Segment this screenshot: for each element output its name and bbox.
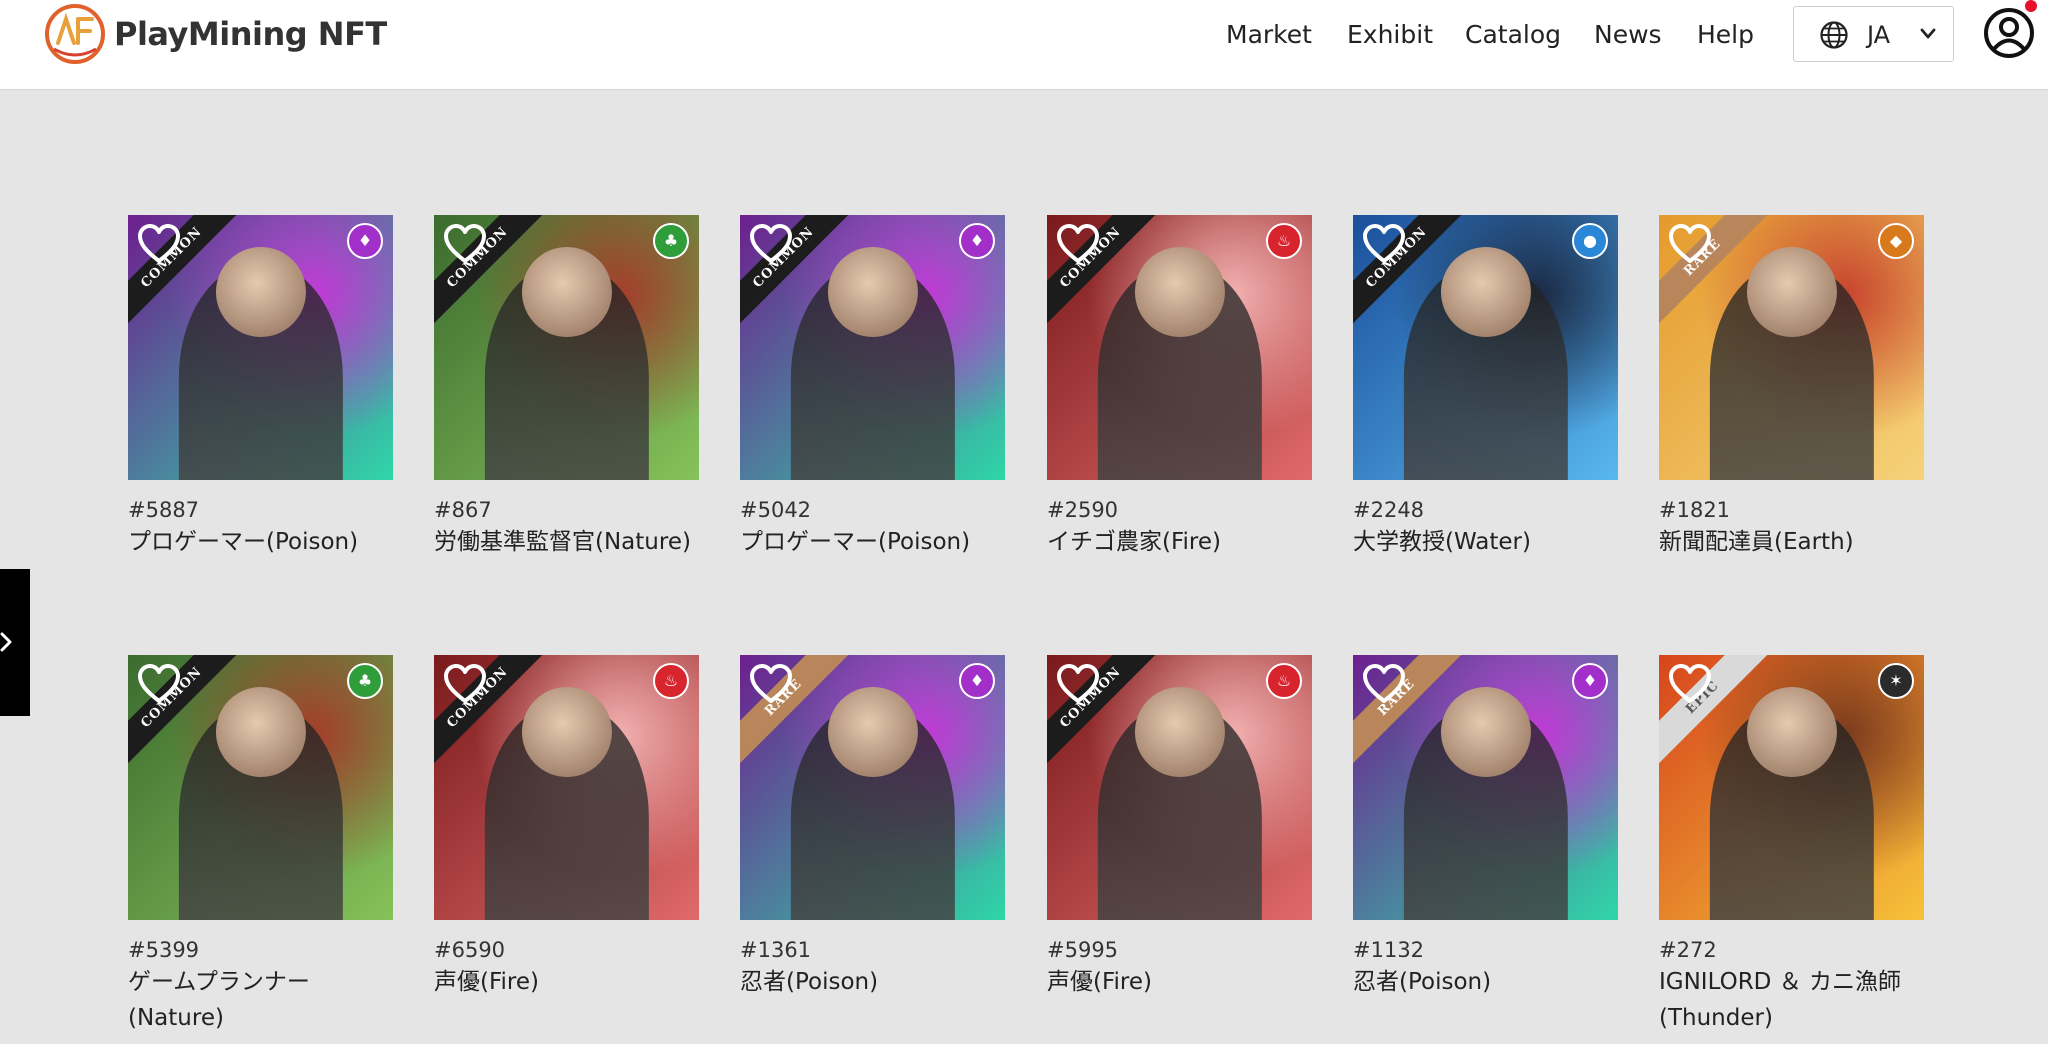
nav-exhibit-link[interactable]: Exhibit [1347, 20, 1433, 49]
side-drawer-toggle[interactable] [0, 569, 30, 716]
nft-token-number: #272 [1659, 938, 1717, 962]
heart-outline-icon[interactable] [1667, 663, 1713, 705]
nav-catalog-link[interactable]: Catalog [1465, 20, 1561, 49]
nft-card[interactable]: COMMON ♦ #5042 プロゲーマー(Poison) [740, 215, 1005, 560]
nft-card-title[interactable]: 大学教授(Water) [1353, 524, 1618, 560]
nft-card-image[interactable]: RARE ♦ [1353, 655, 1618, 920]
nft-card[interactable]: COMMON ♨ #5995 声優(Fire) [1047, 655, 1312, 1000]
user-circle-icon[interactable] [1982, 6, 2036, 60]
playmining-logo-icon [45, 4, 105, 64]
nft-card[interactable]: COMMON ♣ #5399 ゲームプランナー(Nature) [128, 655, 393, 1036]
heart-outline-icon[interactable] [748, 663, 794, 705]
nft-card[interactable]: COMMON ♨ #6590 声優(Fire) [434, 655, 699, 1000]
nft-token-number: #5887 [128, 498, 200, 522]
globe-icon [1820, 21, 1848, 49]
nft-token-number: #2590 [1047, 498, 1119, 522]
language-selector[interactable]: JA [1793, 6, 1954, 62]
nft-card-image[interactable]: COMMON ♣ [434, 215, 699, 480]
nft-card-image[interactable]: COMMON ♣ [128, 655, 393, 920]
nft-token-number: #1361 [740, 938, 812, 962]
heart-outline-icon[interactable] [1361, 223, 1407, 265]
nft-card-image[interactable]: COMMON ♨ [434, 655, 699, 920]
nft-token-number: #1821 [1659, 498, 1731, 522]
poison-element-icon: ♦ [959, 223, 995, 259]
heart-outline-icon[interactable] [1055, 663, 1101, 705]
nft-card-title[interactable]: 忍者(Poison) [740, 964, 1005, 1000]
nft-card-image[interactable]: EPIC ✶ [1659, 655, 1924, 920]
nft-card-image[interactable]: RARE ◆ [1659, 215, 1924, 480]
nft-card[interactable]: RARE ♦ #1361 忍者(Poison) [740, 655, 1005, 1000]
nft-card-title[interactable]: 声優(Fire) [1047, 964, 1312, 1000]
nft-card-title[interactable]: IGNILORD ＆ カニ漁師(Thunder) [1659, 964, 1924, 1036]
heart-outline-icon[interactable] [442, 663, 488, 705]
nav-market-link[interactable]: Market [1226, 20, 1312, 49]
nft-card-title[interactable]: 新聞配達員(Earth) [1659, 524, 1924, 560]
thunder-element-icon: ✶ [1878, 663, 1914, 699]
fire-element-icon: ♨ [1266, 663, 1302, 699]
heart-outline-icon[interactable] [1055, 223, 1101, 265]
fire-element-icon: ♨ [1266, 223, 1302, 259]
site-header: PlayMining NFT Market Exhibit Catalog Ne… [0, 0, 2048, 90]
heart-outline-icon[interactable] [1667, 223, 1713, 265]
nft-card-title[interactable]: 声優(Fire) [434, 964, 699, 1000]
nft-card[interactable]: COMMON ● #2248 大学教授(Water) [1353, 215, 1618, 560]
earth-element-icon: ◆ [1878, 223, 1914, 259]
nature-element-icon: ♣ [347, 663, 383, 699]
brand-logo[interactable]: PlayMining NFT [44, 3, 387, 65]
nft-token-number: #867 [434, 498, 492, 522]
nft-token-number: #6590 [434, 938, 506, 962]
nft-card-title[interactable]: ゲームプランナー(Nature) [128, 964, 393, 1036]
nav-help-link[interactable]: Help [1697, 20, 1754, 49]
nft-token-number: #5995 [1047, 938, 1119, 962]
heart-outline-icon[interactable] [136, 663, 182, 705]
nft-card[interactable]: COMMON ♨ #2590 イチゴ農家(Fire) [1047, 215, 1312, 560]
nft-card[interactable]: EPIC ✶ #272 IGNILORD ＆ カニ漁師(Thunder) [1659, 655, 1924, 1036]
water-element-icon: ● [1572, 223, 1608, 259]
poison-element-icon: ♦ [347, 223, 383, 259]
nft-card[interactable]: RARE ♦ #1132 忍者(Poison) [1353, 655, 1618, 1000]
nft-card-title[interactable]: プロゲーマー(Poison) [128, 524, 393, 560]
chevron-down-icon [1920, 28, 1936, 39]
nft-card-image[interactable]: COMMON ♨ [1047, 215, 1312, 480]
nft-card-image[interactable]: RARE ♦ [740, 655, 1005, 920]
nft-card-title[interactable]: 忍者(Poison) [1353, 964, 1618, 1000]
poison-element-icon: ♦ [959, 663, 995, 699]
nature-element-icon: ♣ [653, 223, 689, 259]
nft-token-number: #5399 [128, 938, 200, 962]
nft-card-title[interactable]: プロゲーマー(Poison) [740, 524, 1005, 560]
heart-outline-icon[interactable] [1361, 663, 1407, 705]
nft-card[interactable]: COMMON ♣ #867 労働基準監督官(Nature) [434, 215, 699, 560]
nft-card-title[interactable]: 労働基準監督官(Nature) [434, 524, 699, 560]
heart-outline-icon[interactable] [748, 223, 794, 265]
nft-card-image[interactable]: COMMON ♦ [740, 215, 1005, 480]
notification-dot [2025, 0, 2037, 12]
nft-card-image[interactable]: COMMON ♨ [1047, 655, 1312, 920]
nft-token-number: #2248 [1353, 498, 1425, 522]
nft-card[interactable]: RARE ◆ #1821 新聞配達員(Earth) [1659, 215, 1924, 560]
nft-card[interactable]: COMMON ♦ #5887 プロゲーマー(Poison) [128, 215, 393, 560]
heart-outline-icon[interactable] [136, 223, 182, 265]
brand-name: PlayMining NFT [114, 15, 387, 53]
nft-card-image[interactable]: COMMON ♦ [128, 215, 393, 480]
fire-element-icon: ♨ [653, 663, 689, 699]
language-label: JA [1867, 21, 1891, 49]
nft-card-title[interactable]: イチゴ農家(Fire) [1047, 524, 1312, 560]
nav-news-link[interactable]: News [1594, 20, 1662, 49]
heart-outline-icon[interactable] [442, 223, 488, 265]
chevron-right-icon [0, 632, 12, 652]
nft-token-number: #1132 [1353, 938, 1425, 962]
nft-token-number: #5042 [740, 498, 812, 522]
nft-card-image[interactable]: COMMON ● [1353, 215, 1618, 480]
poison-element-icon: ♦ [1572, 663, 1608, 699]
